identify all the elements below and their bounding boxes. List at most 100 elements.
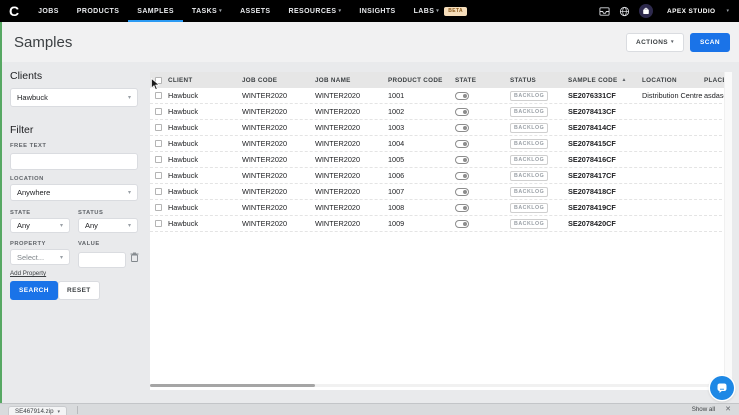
row-checkbox[interactable] xyxy=(155,92,162,99)
client-select[interactable]: Hawbuck ▾ xyxy=(10,88,138,107)
state-toggle[interactable] xyxy=(455,171,469,180)
nav-item-insights[interactable]: INSIGHTS xyxy=(350,0,404,22)
state-toggle[interactable] xyxy=(455,155,469,164)
property-select[interactable]: Select... ▾ xyxy=(10,249,70,265)
show-all-downloads-link[interactable]: Show all xyxy=(692,406,715,413)
column-header-product-code[interactable]: PRODUCT CODE xyxy=(388,77,455,84)
nav-item-tasks[interactable]: TASKS ▾ xyxy=(183,0,231,22)
reset-button[interactable]: RESET xyxy=(58,281,100,300)
state-toggle[interactable] xyxy=(455,219,469,228)
close-icon[interactable]: ✕ xyxy=(725,406,731,413)
column-header-location[interactable]: LOCATION xyxy=(642,77,704,84)
filter-heading: Filter xyxy=(10,124,34,136)
location-select[interactable]: Anywhere ▾ xyxy=(10,184,138,201)
chat-launcher-button[interactable] xyxy=(710,376,734,400)
row-checkbox[interactable] xyxy=(155,156,162,163)
row-checkbox[interactable] xyxy=(155,108,162,115)
row-checkbox[interactable] xyxy=(155,220,162,227)
chevron-down-icon: ▾ xyxy=(127,223,131,229)
table-row[interactable]: Hawbuck WINTER2020 WINTER2020 1005 BACKLOG SE… xyxy=(150,152,732,168)
cell-sample-code: SE2078416CF xyxy=(568,155,616,164)
cell-job-name: WINTER2020 xyxy=(315,139,361,148)
row-checkbox[interactable] xyxy=(155,204,162,211)
nav-item-assets[interactable]: ASSETS xyxy=(231,0,279,22)
table-row[interactable]: Hawbuck WINTER2020 WINTER2020 1007 BACKLOG SE… xyxy=(150,184,732,200)
select-all-checkbox[interactable] xyxy=(155,76,162,84)
state-toggle[interactable] xyxy=(455,203,469,212)
table-row[interactable]: Hawbuck WINTER2020 WINTER2020 1004 BACKLOG SE… xyxy=(150,136,732,152)
horizontal-scrollbar-thumb[interactable] xyxy=(150,384,315,387)
cell-sample-code: SE2078420CF xyxy=(568,219,616,228)
column-header-job-name[interactable]: JOB NAME xyxy=(315,77,388,84)
bag-icon xyxy=(643,7,649,14)
table-row[interactable]: Hawbuck WINTER2020 WINTER2020 1003 BACKLOG SE… xyxy=(150,120,732,136)
filter-sidebar: Clients Hawbuck ▾ Filter FREE TEXT LOCATI… xyxy=(0,62,148,403)
nav-item-products[interactable]: PRODUCTS xyxy=(68,0,128,22)
state-select[interactable]: Any ▾ xyxy=(10,218,70,233)
cell-client: Hawbuck xyxy=(168,219,199,228)
chevron-down-icon: ▾ xyxy=(726,8,729,14)
add-property-link[interactable]: Add Property xyxy=(10,270,46,277)
row-checkbox[interactable] xyxy=(155,124,162,131)
nav-item-resources[interactable]: RESOURCES ▾ xyxy=(279,0,350,22)
cell-location: Distribution Centre xyxy=(642,91,703,100)
clients-heading: Clients xyxy=(10,70,43,82)
row-checkbox[interactable] xyxy=(155,172,162,179)
column-header-client[interactable]: CLIENT xyxy=(168,77,242,84)
table-row[interactable]: Hawbuck WINTER2020 WINTER2020 1006 BACKLOG SE… xyxy=(150,168,732,184)
table-row[interactable]: Hawbuck WINTER2020 WINTER2020 1008 BACKLOG SE… xyxy=(150,200,732,216)
cell-client: Hawbuck xyxy=(168,91,199,100)
cell-product-code: 1002 xyxy=(388,107,405,116)
account-name[interactable]: APEX STUDIO xyxy=(667,8,715,15)
table-row[interactable]: Hawbuck WINTER2020 WINTER2020 1002 BACKLOG SE… xyxy=(150,104,732,120)
vertical-scrollbar[interactable] xyxy=(724,72,732,390)
chevron-down-icon: ▾ xyxy=(127,95,131,101)
state-toggle[interactable] xyxy=(455,91,469,100)
cell-job-code: WINTER2020 xyxy=(242,107,288,116)
table-header-row: CLIENT JOB CODE JOB NAME PRODUCT CODE STATE S… xyxy=(150,72,732,88)
table-row[interactable]: Hawbuck WINTER2020 WINTER2020 1001 BACKLOG SE… xyxy=(150,88,732,104)
row-checkbox[interactable] xyxy=(155,188,162,195)
status-select[interactable]: Any ▾ xyxy=(78,218,138,233)
page-title: Samples xyxy=(14,33,73,51)
user-avatar[interactable] xyxy=(639,4,654,18)
top-nav-right: APEX STUDIO ▾ xyxy=(599,0,739,22)
cell-sample-code: SE2078417CF xyxy=(568,171,616,180)
download-item[interactable]: SE467914.zip ▾ xyxy=(8,406,68,415)
nav-item-samples[interactable]: SAMPLES xyxy=(128,0,183,22)
table-body: Hawbuck WINTER2020 WINTER2020 1001 BACKLOG SE… xyxy=(150,88,732,232)
column-header-status[interactable]: STATUS xyxy=(510,77,568,84)
column-header-state[interactable]: STATE xyxy=(455,77,510,84)
status-badge: BACKLOG xyxy=(510,90,549,101)
value-label: VALUE xyxy=(78,241,100,247)
status-badge: BACKLOG xyxy=(510,170,549,181)
state-toggle[interactable] xyxy=(455,187,469,196)
cell-job-code: WINTER2020 xyxy=(242,123,288,132)
free-text-input[interactable] xyxy=(10,153,138,170)
app-logo[interactable]: C xyxy=(0,0,29,22)
chevron-down-icon: ▾ xyxy=(219,8,223,14)
state-toggle[interactable] xyxy=(455,107,469,116)
inbox-icon[interactable] xyxy=(599,6,610,17)
value-input[interactable] xyxy=(78,251,126,268)
chat-icon xyxy=(717,383,727,393)
state-toggle[interactable] xyxy=(455,139,469,148)
actions-button[interactable]: ACTIONS ▾ xyxy=(625,32,684,52)
cell-job-code: WINTER2020 xyxy=(242,139,288,148)
cell-product-code: 1001 xyxy=(388,91,405,100)
nav-item-labs[interactable]: LABS ▾ BETA xyxy=(405,0,476,22)
cell-client: Hawbuck xyxy=(168,139,199,148)
nav-item-jobs[interactable]: JOBS xyxy=(29,0,68,22)
table-row[interactable]: Hawbuck WINTER2020 WINTER2020 1009 BACKLOG SE… xyxy=(150,216,732,232)
cell-job-name: WINTER2020 xyxy=(315,155,361,164)
cell-client: Hawbuck xyxy=(168,187,199,196)
column-header-job-code[interactable]: JOB CODE xyxy=(242,77,315,84)
scan-button[interactable]: SCAN xyxy=(689,32,730,52)
column-header-sample-code[interactable]: SAMPLE CODE ▲ xyxy=(568,77,642,84)
globe-icon[interactable] xyxy=(619,6,630,17)
search-button[interactable]: SEARCH xyxy=(10,281,58,300)
row-checkbox[interactable] xyxy=(155,140,162,147)
trash-icon[interactable] xyxy=(130,252,139,262)
state-toggle[interactable] xyxy=(455,123,469,132)
property-label: PROPERTY xyxy=(10,241,46,247)
